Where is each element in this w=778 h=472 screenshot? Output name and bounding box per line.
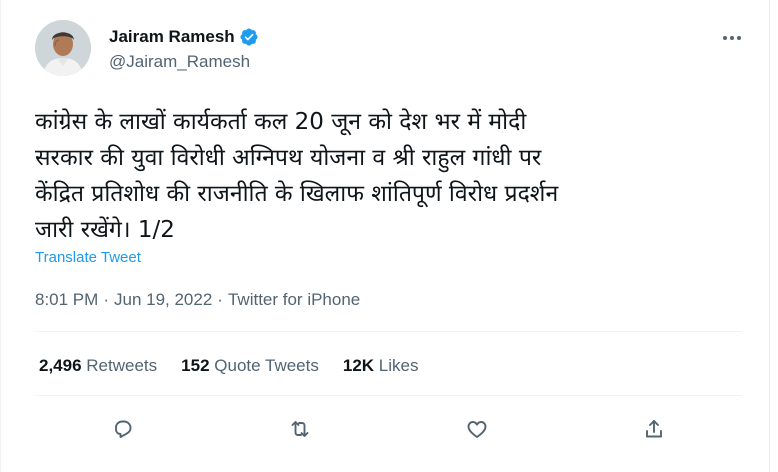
- likes-label: Likes: [378, 356, 419, 375]
- retweets-count: 2,496: [39, 356, 82, 375]
- meta-separator: ·: [103, 290, 109, 309]
- divider: [35, 331, 742, 332]
- tweet-text-line: सरकार की युवा विरोधी अग्निपथ योजना व श्र…: [35, 145, 542, 171]
- divider: [35, 395, 742, 396]
- tweet-source[interactable]: Twitter for iPhone: [228, 290, 360, 310]
- retweet-icon[interactable]: [283, 412, 317, 446]
- author-handle[interactable]: @Jairam_Ramesh: [109, 52, 250, 72]
- action-bar: [35, 412, 742, 446]
- more-options-icon[interactable]: [719, 28, 745, 48]
- tweet-time[interactable]: 8:01 PM: [35, 290, 98, 310]
- likes-count: 12K: [342, 356, 375, 375]
- quote-tweets-count: 152: [181, 356, 210, 375]
- likes-stat[interactable]: 12K Likes: [343, 356, 419, 376]
- tweet-date[interactable]: Jun 19, 2022: [114, 290, 212, 310]
- tweet-text-line: कांग्रेस के लाखों कार्यकर्ता कल 20 जून क…: [35, 109, 527, 135]
- like-icon[interactable]: [460, 412, 494, 446]
- tweet-text: कांग्रेस के लाखों कार्यकर्ता कल 20 जून क…: [35, 104, 755, 248]
- author-name[interactable]: Jairam Ramesh: [109, 27, 235, 47]
- engagement-stats: 2,496 Retweets 152 Quote Tweets 12K Like…: [39, 356, 442, 376]
- tweet-metadata: 8:01 PM · Jun 19, 2022 · Twitter for iPh…: [35, 290, 360, 310]
- quote-tweets-stat[interactable]: 152 Quote Tweets: [181, 356, 319, 376]
- verified-badge-icon: [240, 28, 258, 46]
- tweet-text-line: जारी रखेंगे। 1/2: [35, 217, 175, 243]
- author-name-row: Jairam Ramesh: [109, 27, 259, 47]
- quote-tweets-label: Quote Tweets: [214, 356, 319, 375]
- profile-photo: [35, 20, 91, 76]
- tweet-card: Jairam Ramesh @Jairam_Ramesh कांग्रेस के…: [0, 0, 770, 472]
- retweets-stat[interactable]: 2,496 Retweets: [39, 356, 157, 376]
- translate-tweet-link[interactable]: Translate Tweet: [35, 249, 141, 266]
- retweets-label: Retweets: [86, 356, 158, 375]
- avatar[interactable]: [35, 20, 91, 76]
- tweet-text-line: केंद्रित प्रतिशोध की राजनीति के खिलाफ शा…: [35, 181, 559, 207]
- share-icon[interactable]: [637, 412, 671, 446]
- meta-separator: ·: [217, 290, 223, 309]
- reply-icon[interactable]: [106, 412, 140, 446]
